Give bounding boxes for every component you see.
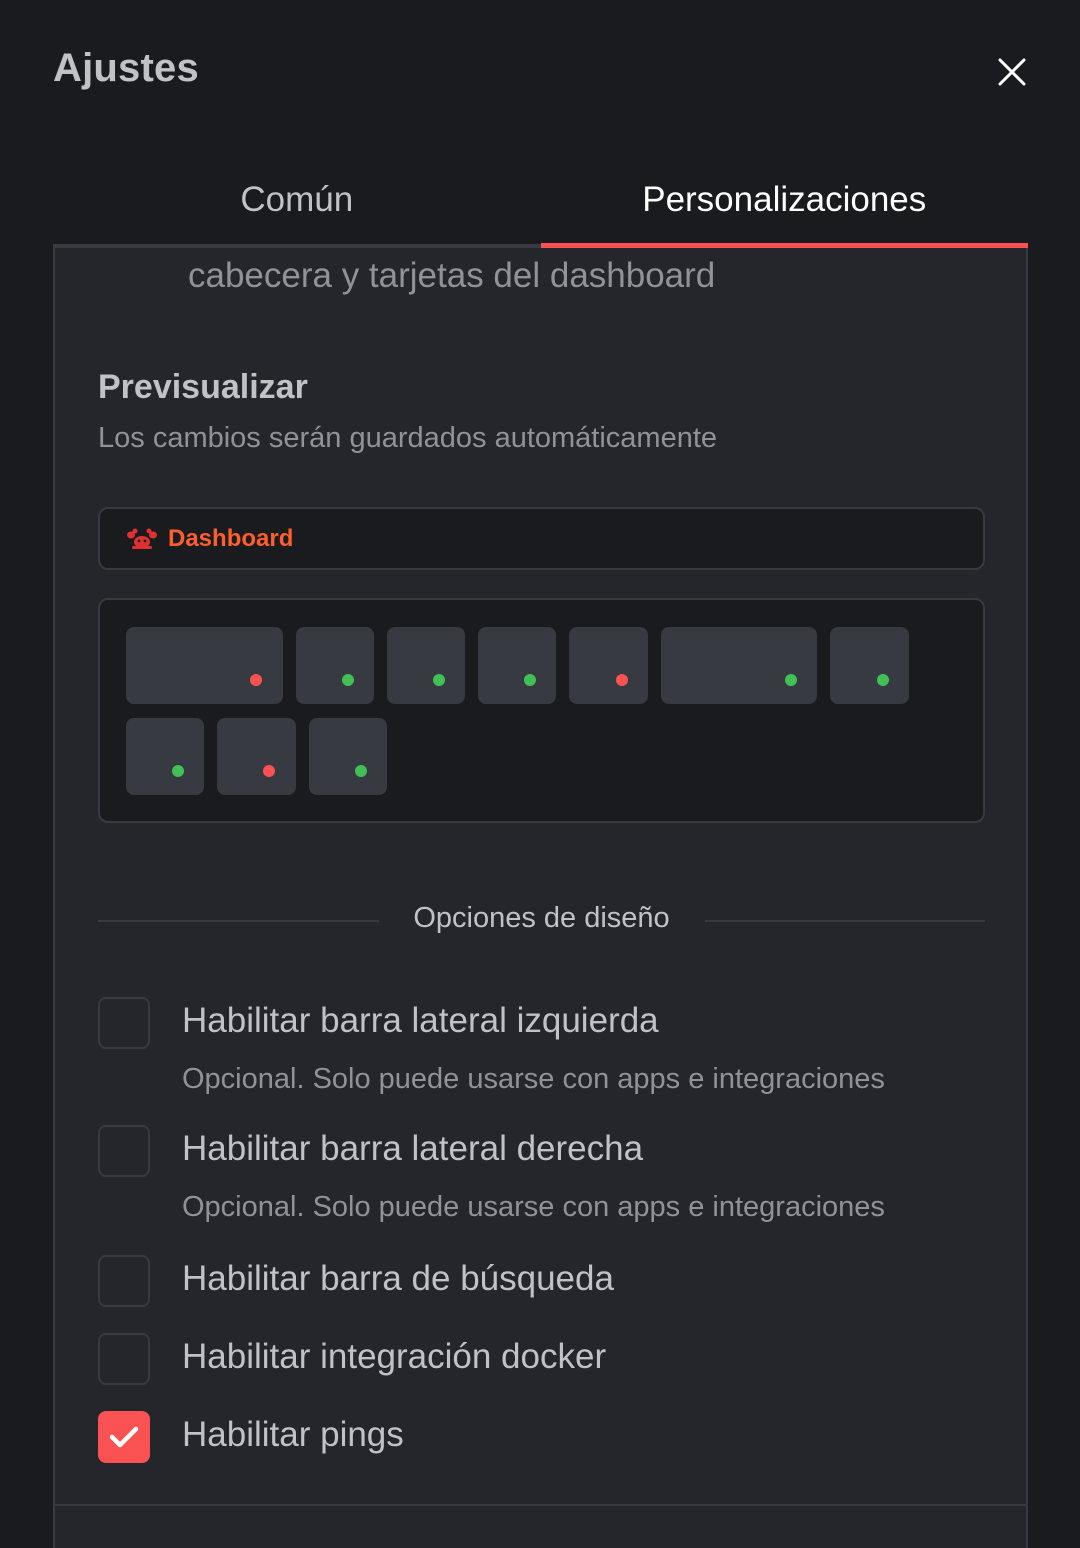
preview-title: Previsualizar	[98, 368, 308, 406]
option-right-sidebar: Habilitar barra lateral derecha Opcional…	[98, 1125, 985, 1235]
preview-tile	[830, 627, 909, 704]
status-dot	[263, 765, 275, 777]
status-dot	[172, 765, 184, 777]
modal-title: Ajustes	[53, 46, 199, 90]
dashboard-logo-icon	[127, 528, 157, 549]
status-dot	[250, 674, 262, 686]
checkbox-search-bar[interactable]	[98, 1255, 150, 1307]
cards-preview	[98, 598, 985, 823]
option-search-bar: Habilitar barra de búsqueda	[98, 1255, 985, 1307]
option-label: Habilitar barra de búsqueda	[182, 1259, 614, 1298]
option-pings: Habilitar pings	[98, 1411, 985, 1463]
status-dot	[877, 674, 889, 686]
preview-tile	[296, 627, 374, 704]
preview-tile	[126, 718, 204, 795]
checkbox-right-sidebar[interactable]	[98, 1125, 150, 1177]
header-preview: Dashboard	[98, 507, 985, 570]
option-description: Opcional. Solo puede usarse con apps e i…	[182, 1063, 885, 1095]
preview-tile	[478, 627, 556, 704]
panel-bottom-border	[55, 1504, 1026, 1506]
preview-tile	[661, 627, 817, 704]
status-dot	[355, 765, 367, 777]
tab-panel: cabecera y tarjetas del dashboard Previs…	[53, 248, 1028, 1548]
status-dot	[433, 674, 445, 686]
close-icon	[998, 58, 1026, 86]
option-label: Habilitar pings	[182, 1415, 404, 1454]
option-left-sidebar: Habilitar barra lateral izquierda Opcion…	[98, 997, 985, 1107]
preview-tile	[126, 627, 283, 704]
preview-tile	[569, 627, 648, 704]
section-description: cabecera y tarjetas del dashboard	[188, 256, 716, 295]
option-label: Habilitar integración docker	[182, 1337, 607, 1376]
preview-tile	[217, 718, 296, 795]
status-dot	[616, 674, 628, 686]
preview-tile	[387, 627, 465, 704]
settings-modal: Ajustes Común Personalizaciones cabecera…	[0, 0, 1080, 1548]
status-dot	[524, 674, 536, 686]
checkbox-left-sidebar[interactable]	[98, 997, 150, 1049]
tab-customizations[interactable]: Personalizaciones	[540, 160, 1028, 248]
checkbox-pings[interactable]	[98, 1411, 150, 1463]
status-dot	[342, 674, 354, 686]
preview-subtitle: Los cambios serán guardados automáticame…	[98, 422, 718, 454]
preview-tile	[309, 718, 387, 795]
divider-label: Opciones de diseño	[413, 902, 670, 934]
option-label: Habilitar barra lateral derecha	[182, 1129, 644, 1168]
close-button[interactable]	[988, 48, 1036, 96]
dashboard-brand-label: Dashboard	[168, 524, 294, 552]
option-description: Opcional. Solo puede usarse con apps e i…	[182, 1191, 885, 1223]
option-label: Habilitar barra lateral izquierda	[182, 1001, 659, 1040]
check-icon	[109, 1426, 139, 1448]
design-options-divider: Opciones de diseño	[98, 896, 985, 946]
status-dot	[785, 674, 797, 686]
tab-common[interactable]: Común	[53, 160, 541, 248]
tab-list: Común Personalizaciones	[53, 160, 1028, 248]
option-docker-integration: Habilitar integración docker	[98, 1333, 985, 1385]
checkbox-docker-integration[interactable]	[98, 1333, 150, 1385]
